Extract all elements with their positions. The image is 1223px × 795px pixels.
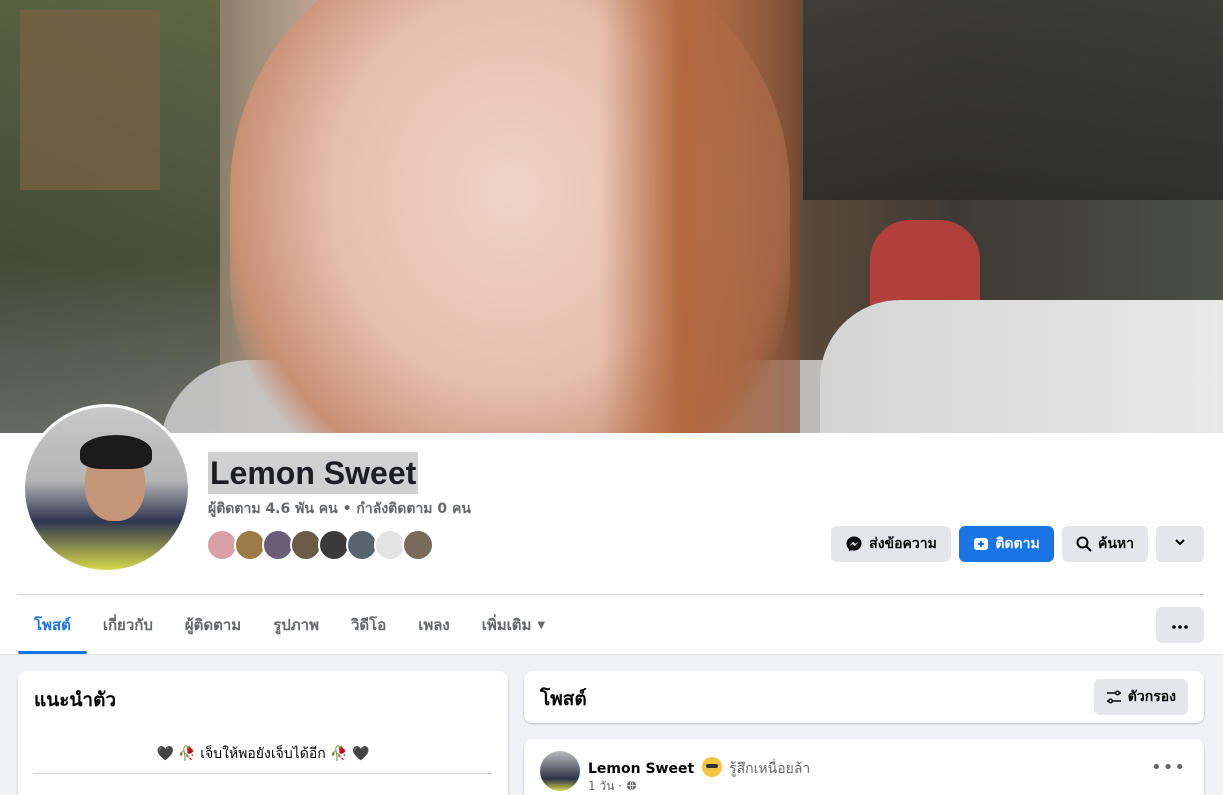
avatar-image: [25, 407, 188, 570]
follow-button[interactable]: ติดตาม: [959, 526, 1054, 562]
tab-music[interactable]: เพลง: [402, 596, 466, 654]
profile-avatar[interactable]: [22, 404, 191, 573]
tab-videos[interactable]: วิดีโอ: [335, 596, 402, 654]
post-options-icon[interactable]: •••: [1151, 757, 1186, 778]
tab-followers[interactable]: ผู้ติดตาม: [169, 596, 257, 654]
search-icon: [1076, 536, 1092, 552]
tired-emoji-icon: [701, 757, 722, 777]
globe-icon: [626, 779, 637, 793]
post-feeling: รู้สึกเหนื่อยล้า: [729, 761, 811, 777]
friends-preview: [206, 529, 434, 561]
message-button[interactable]: ส่งข้อความ: [831, 526, 951, 562]
tab-photos[interactable]: รูปภาพ: [257, 596, 335, 654]
tab-more[interactable]: เพิ่มเติม ▼: [466, 596, 561, 654]
friend-avatar[interactable]: [402, 529, 434, 561]
chevron-down-icon: [1173, 535, 1187, 553]
post-meta: 1 วัน ·: [588, 777, 637, 795]
profile-name: Lemon Sweet: [208, 452, 419, 494]
more-horizontal-icon: [1172, 617, 1188, 633]
header-divider: [18, 594, 1204, 595]
profile-tabs: โพสต์ เกี่ยวกับ ผู้ติดตาม รูปภาพ วิดีโอ …: [18, 596, 561, 654]
posts-title: โพสต์: [540, 688, 587, 710]
post-time[interactable]: 1 วัน ·: [588, 779, 622, 793]
cover-hair: [600, 0, 800, 433]
intro-bio: 🖤 🥀 เจ็บให้พอยังเจ็บได้อีก 🥀 🖤: [156, 746, 370, 762]
intro-card: แนะนำตัว 🖤 🥀 เจ็บให้พอยังเจ็บได้อีก 🥀 🖤: [18, 671, 508, 795]
intro-title: แนะนำตัว: [34, 689, 117, 711]
follow-plus-icon: [973, 536, 989, 552]
caret-down-icon: ▼: [537, 619, 546, 631]
tab-posts[interactable]: โพสต์: [18, 596, 87, 654]
search-button[interactable]: ค้นหา: [1062, 526, 1148, 562]
profile-stats[interactable]: ผู้ติดตาม 4.6 พัน คน • กำลังติดตาม 0 คน: [208, 498, 471, 520]
cover-bg-banner: [20, 10, 160, 190]
intro-divider: [34, 773, 492, 774]
cover-photo[interactable]: [0, 0, 1223, 433]
tabs-more-options-button[interactable]: [1156, 607, 1204, 643]
profile-actions: ส่งข้อความ: [831, 526, 951, 562]
post-card: Lemon Sweet รู้สึกเหนื่อยล้า 1 วัน · •••: [524, 739, 1204, 795]
tab-about[interactable]: เกี่ยวกับ: [87, 596, 169, 654]
profile-dropdown-button[interactable]: [1156, 526, 1204, 562]
posts-header-card: โพสต์ ตัวกรอง: [524, 671, 1204, 723]
messenger-icon: [845, 535, 863, 553]
post-author-name[interactable]: Lemon Sweet: [588, 761, 694, 777]
cover-bg-roof: [803, 0, 1223, 200]
cover-arm: [820, 300, 1223, 433]
filter-icon: [1106, 689, 1122, 705]
filter-button[interactable]: ตัวกรอง: [1093, 679, 1188, 715]
post-author-avatar[interactable]: [540, 751, 580, 791]
